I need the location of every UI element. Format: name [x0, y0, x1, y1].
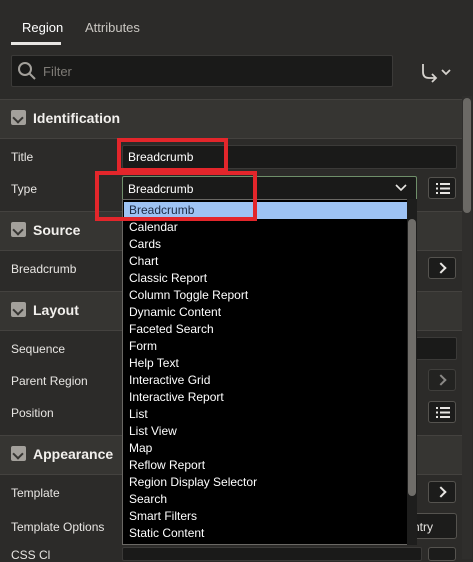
template-button[interactable]: [428, 481, 456, 503]
dropdown-scrollbar[interactable]: [408, 219, 416, 496]
dropdown-option[interactable]: List View: [124, 423, 399, 440]
dropdown-option[interactable]: Cards: [124, 236, 399, 253]
dropdown-option[interactable]: Help Text: [124, 355, 399, 372]
position-label: Position: [11, 406, 54, 420]
section-title-source: Source: [33, 222, 81, 238]
collapse-identification-icon[interactable]: [11, 110, 26, 125]
collapse-layout-icon[interactable]: [11, 302, 26, 317]
position-list-button[interactable]: [428, 401, 456, 423]
sequence-field[interactable]: [412, 337, 457, 360]
dropdown-option[interactable]: Search: [124, 491, 399, 508]
dropdown-option[interactable]: Region Display Selector: [124, 474, 399, 491]
dropdown-option[interactable]: Calendar: [124, 219, 399, 236]
css-classes-label: CSS Cl: [11, 548, 51, 562]
panel-scrollbar[interactable]: [463, 98, 471, 213]
dropdown-option[interactable]: Static Content: [124, 525, 399, 542]
tab-bar: [0, 0, 473, 46]
active-tab-indicator: [11, 42, 61, 45]
tab-attributes[interactable]: Attributes: [85, 20, 140, 35]
dropdown-option[interactable]: Map: [124, 440, 399, 457]
type-dropdown-list[interactable]: Breadcrumb Calendar Cards Chart Classic …: [122, 199, 409, 545]
section-title-layout: Layout: [33, 302, 79, 318]
template-label: Template: [11, 486, 60, 500]
type-list-button[interactable]: [428, 177, 456, 199]
section-title-identification: Identification: [33, 110, 121, 126]
template-options-label: Template Options: [11, 520, 105, 534]
dropdown-option[interactable]: Dynamic Content: [124, 304, 399, 321]
highlight-box-title: [117, 138, 228, 172]
filter-placeholder: Filter: [43, 64, 72, 79]
tab-region[interactable]: Region: [22, 20, 63, 35]
dropdown-option[interactable]: Interactive Report: [124, 389, 399, 406]
dropdown-option[interactable]: Classic Report: [124, 270, 399, 287]
title-label: Title: [11, 150, 34, 164]
go-to-group-icon[interactable]: [418, 60, 454, 84]
collapse-source-icon[interactable]: [11, 222, 26, 237]
dropdown-option[interactable]: Faceted Search: [124, 321, 399, 338]
highlight-box-type: [95, 171, 257, 221]
dropdown-option[interactable]: Reflow Report: [124, 457, 399, 474]
chevron-down-icon: [395, 184, 407, 192]
dropdown-option[interactable]: Column Toggle Report: [124, 287, 399, 304]
dropdown-option[interactable]: Form: [124, 338, 399, 355]
dropdown-option[interactable]: List: [124, 406, 399, 423]
source-breadcrumb-label: Breadcrumb: [11, 262, 77, 276]
source-breadcrumb-button[interactable]: [428, 257, 456, 279]
collapse-appearance-icon[interactable]: [11, 446, 26, 461]
dropdown-option[interactable]: Interactive Grid: [124, 372, 399, 389]
dropdown-option[interactable]: Chart: [124, 253, 399, 270]
sequence-label: Sequence: [11, 342, 66, 356]
type-label: Type: [11, 182, 38, 196]
parent-region-label: Parent Region: [11, 374, 88, 388]
list-icon: [436, 407, 450, 418]
parent-region-button[interactable]: [428, 369, 456, 391]
list-icon: [436, 183, 450, 194]
dropdown-option[interactable]: Smart Filters: [124, 508, 399, 525]
section-title-appearance: Appearance: [33, 446, 114, 462]
search-icon: [18, 62, 36, 80]
